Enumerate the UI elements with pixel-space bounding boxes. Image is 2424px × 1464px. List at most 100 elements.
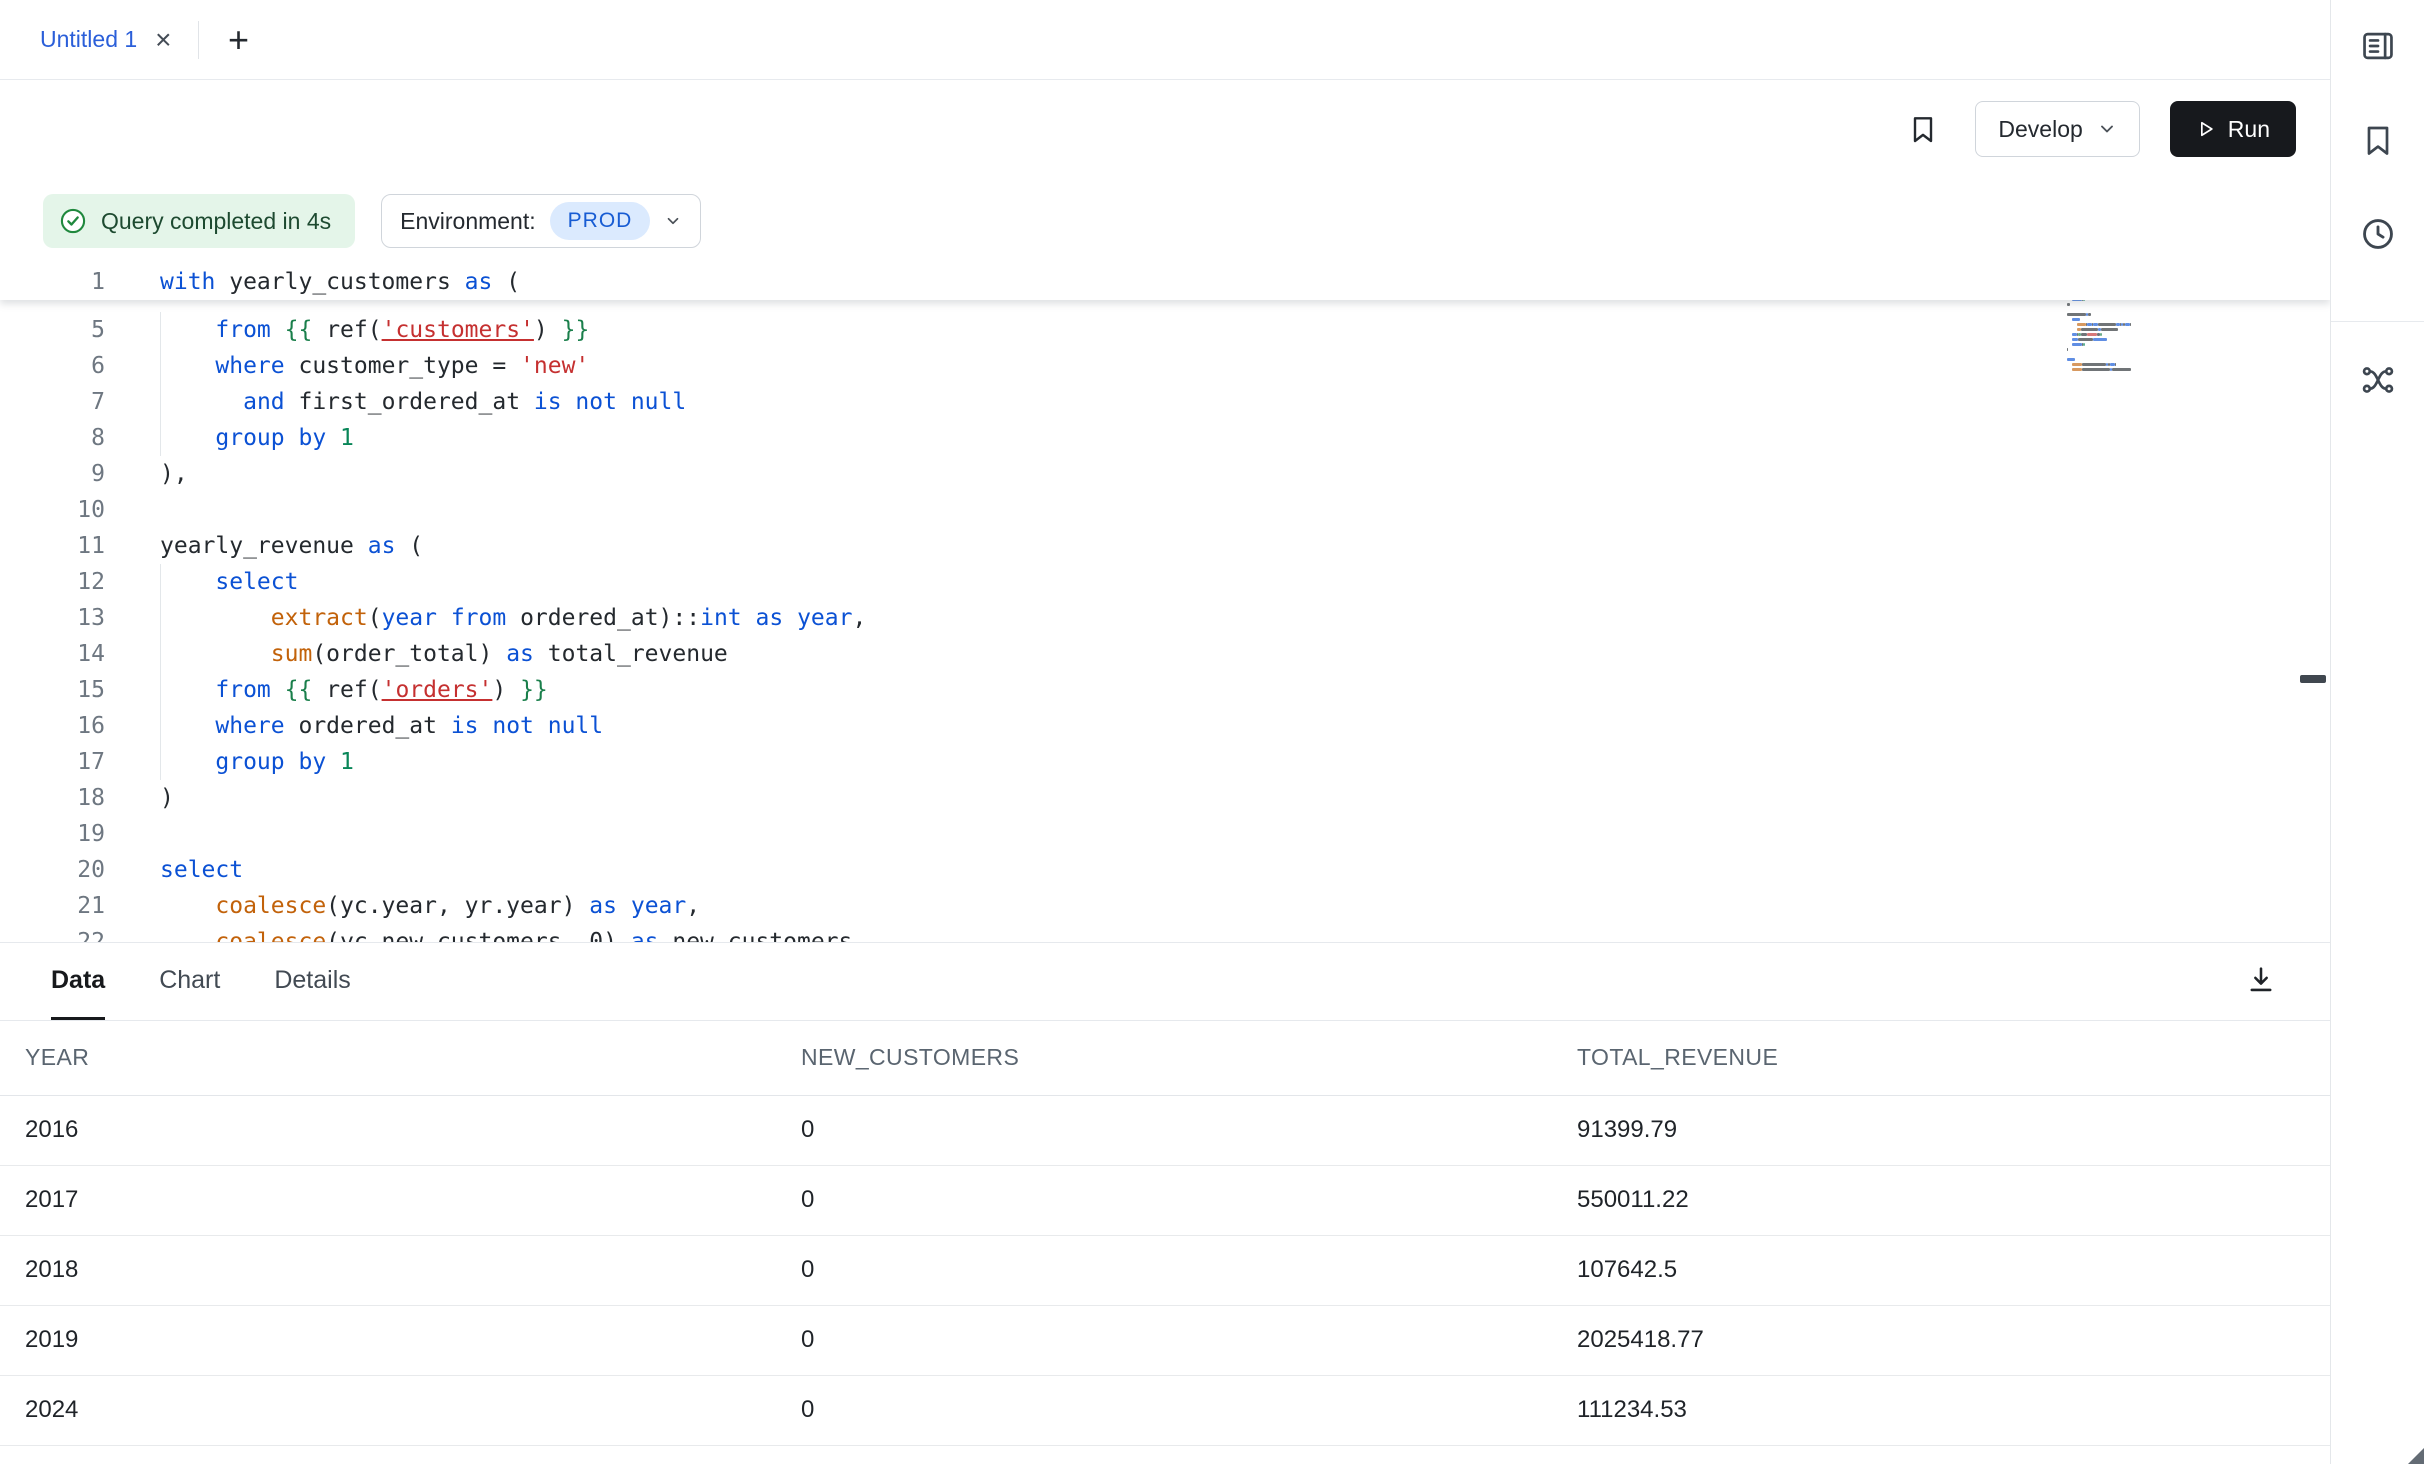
resize-grip-icon: [2408, 1448, 2424, 1464]
app-root: Untitled 1 × + Develop Run: [0, 0, 2424, 1464]
rail-divider: [2331, 321, 2424, 322]
code-line[interactable]: 11yearly_revenue as (: [0, 528, 2330, 564]
line-number: 22: [0, 924, 105, 942]
play-icon: [2196, 119, 2216, 139]
minimap-line: [2067, 353, 2187, 356]
line-number: 7: [0, 384, 105, 420]
table-cell: 0: [776, 1305, 1552, 1375]
minimap-line: [2067, 318, 2187, 321]
new-tab-button[interactable]: +: [217, 18, 261, 62]
run-label: Run: [2228, 116, 2270, 143]
chevron-down-icon: [2097, 119, 2117, 139]
line-number: 16: [0, 708, 105, 744]
develop-dropdown[interactable]: Develop: [1975, 101, 2139, 157]
minimap-line: [2067, 323, 2187, 326]
close-icon[interactable]: ×: [155, 26, 171, 54]
code-editor[interactable]: 1with yearly_customers as ( 5 from {{ re…: [0, 264, 2330, 942]
code-line[interactable]: 14 sum(order_total) as total_revenue: [0, 636, 2330, 672]
console-list-icon: [2359, 27, 2397, 65]
environment-selector[interactable]: Environment: PROD: [381, 194, 701, 248]
status-row: Query completed in 4s Environment: PROD: [0, 178, 2330, 264]
minimap-line: [2067, 308, 2187, 311]
line-number: 11: [0, 528, 105, 564]
code-line[interactable]: 10: [0, 492, 2330, 528]
right-rail: [2331, 0, 2424, 1464]
results-table: YEAR NEW_CUSTOMERS TOTAL_REVENUE 2016091…: [0, 1021, 2330, 1446]
code-line[interactable]: 5 from {{ ref('customers') }}: [0, 312, 2330, 348]
download-icon: [2244, 963, 2278, 997]
code-line[interactable]: 13 extract(year from ordered_at)::int as…: [0, 600, 2330, 636]
minimap-line: [2067, 363, 2187, 366]
scrollbar-thumb[interactable]: [2300, 675, 2326, 683]
code-line[interactable]: 22 coalesce(yc.new_customers, 0) as new_…: [0, 924, 2330, 942]
code-line[interactable]: 12 select: [0, 564, 2330, 600]
table-cell: 2018: [0, 1235, 776, 1305]
code-line[interactable]: 6 where customer_type = 'new': [0, 348, 2330, 384]
table-cell: 0: [776, 1375, 1552, 1445]
code-line[interactable]: 19: [0, 816, 2330, 852]
results-tab-bar: Data Chart Details: [0, 943, 2330, 1021]
history-button[interactable]: [2354, 210, 2402, 258]
minimap-line: [2067, 328, 2187, 331]
line-number: 6: [0, 348, 105, 384]
minimap-line: [2067, 368, 2187, 371]
run-button[interactable]: Run: [2170, 101, 2296, 157]
line-number: 14: [0, 636, 105, 672]
bookmark-button[interactable]: [1907, 113, 1939, 145]
minimap-line: [2067, 303, 2187, 306]
bookmarks-button[interactable]: [2354, 116, 2402, 164]
console-list-button[interactable]: [2354, 22, 2402, 70]
develop-label: Develop: [1998, 116, 2082, 143]
table-cell: 550011.22: [1552, 1165, 2330, 1235]
bookmark-icon: [1907, 113, 1939, 145]
code-line[interactable]: 18): [0, 780, 2330, 816]
code-line[interactable]: 8 group by 1: [0, 420, 2330, 456]
query-status-text: Query completed in 4s: [101, 208, 331, 235]
code-line[interactable]: 9),: [0, 456, 2330, 492]
line-number: 17: [0, 744, 105, 780]
code-line[interactable]: 16 where ordered_at is not null: [0, 708, 2330, 744]
table-cell: 2017: [0, 1165, 776, 1235]
plus-icon: +: [228, 19, 249, 60]
code-line[interactable]: 15 from {{ ref('orders') }}: [0, 672, 2330, 708]
code-lines[interactable]: 5 from {{ ref('customers') }}6 where cus…: [0, 300, 2330, 942]
sticky-scroll-line[interactable]: 1with yearly_customers as (: [0, 264, 2330, 300]
line-number: 12: [0, 564, 105, 600]
minimap-line: [2067, 358, 2187, 361]
download-button[interactable]: [2244, 963, 2278, 1000]
table-row: 20170550011.22: [0, 1165, 2330, 1235]
tab-data[interactable]: Data: [51, 943, 105, 1020]
minimap-line: [2067, 343, 2187, 346]
column-header-total-revenue: TOTAL_REVENUE: [1552, 1021, 2330, 1095]
check-circle-icon: [59, 207, 87, 235]
code-line[interactable]: 1with yearly_customers as (: [0, 264, 2330, 300]
line-number: 5: [0, 312, 105, 348]
table-cell: 0: [776, 1095, 1552, 1165]
main-area: Untitled 1 × + Develop Run: [0, 0, 2331, 1464]
lineage-icon: [2359, 361, 2397, 399]
tab-chart[interactable]: Chart: [159, 943, 220, 1020]
table-row: 201902025418.77: [0, 1305, 2330, 1375]
bookmark-icon: [2360, 122, 2396, 158]
tab-untitled-1[interactable]: Untitled 1 ×: [0, 0, 198, 79]
history-icon: [2359, 215, 2397, 253]
code-line[interactable]: 21 coalesce(yc.year, yr.year) as year,: [0, 888, 2330, 924]
tab-details[interactable]: Details: [274, 943, 350, 1020]
table-cell: 0: [776, 1165, 1552, 1235]
column-header-new-customers: NEW_CUSTOMERS: [776, 1021, 1552, 1095]
code-line[interactable]: 20select: [0, 852, 2330, 888]
tab-title: Untitled 1: [40, 26, 137, 53]
code-line[interactable]: 7 and first_ordered_at is not null: [0, 384, 2330, 420]
code-line[interactable]: 17 group by 1: [0, 744, 2330, 780]
table-cell: 0: [776, 1235, 1552, 1305]
lineage-button[interactable]: [2354, 356, 2402, 404]
tab-bar: Untitled 1 × +: [0, 0, 2330, 80]
table-row: 2016091399.79: [0, 1095, 2330, 1165]
line-number: 15: [0, 672, 105, 708]
minimap-line: [2067, 348, 2187, 351]
column-header-year: YEAR: [0, 1021, 776, 1095]
line-number: 9: [0, 456, 105, 492]
environment-label: Environment:: [400, 208, 536, 235]
table-cell: 91399.79: [1552, 1095, 2330, 1165]
toolbar: Develop Run: [0, 80, 2330, 178]
